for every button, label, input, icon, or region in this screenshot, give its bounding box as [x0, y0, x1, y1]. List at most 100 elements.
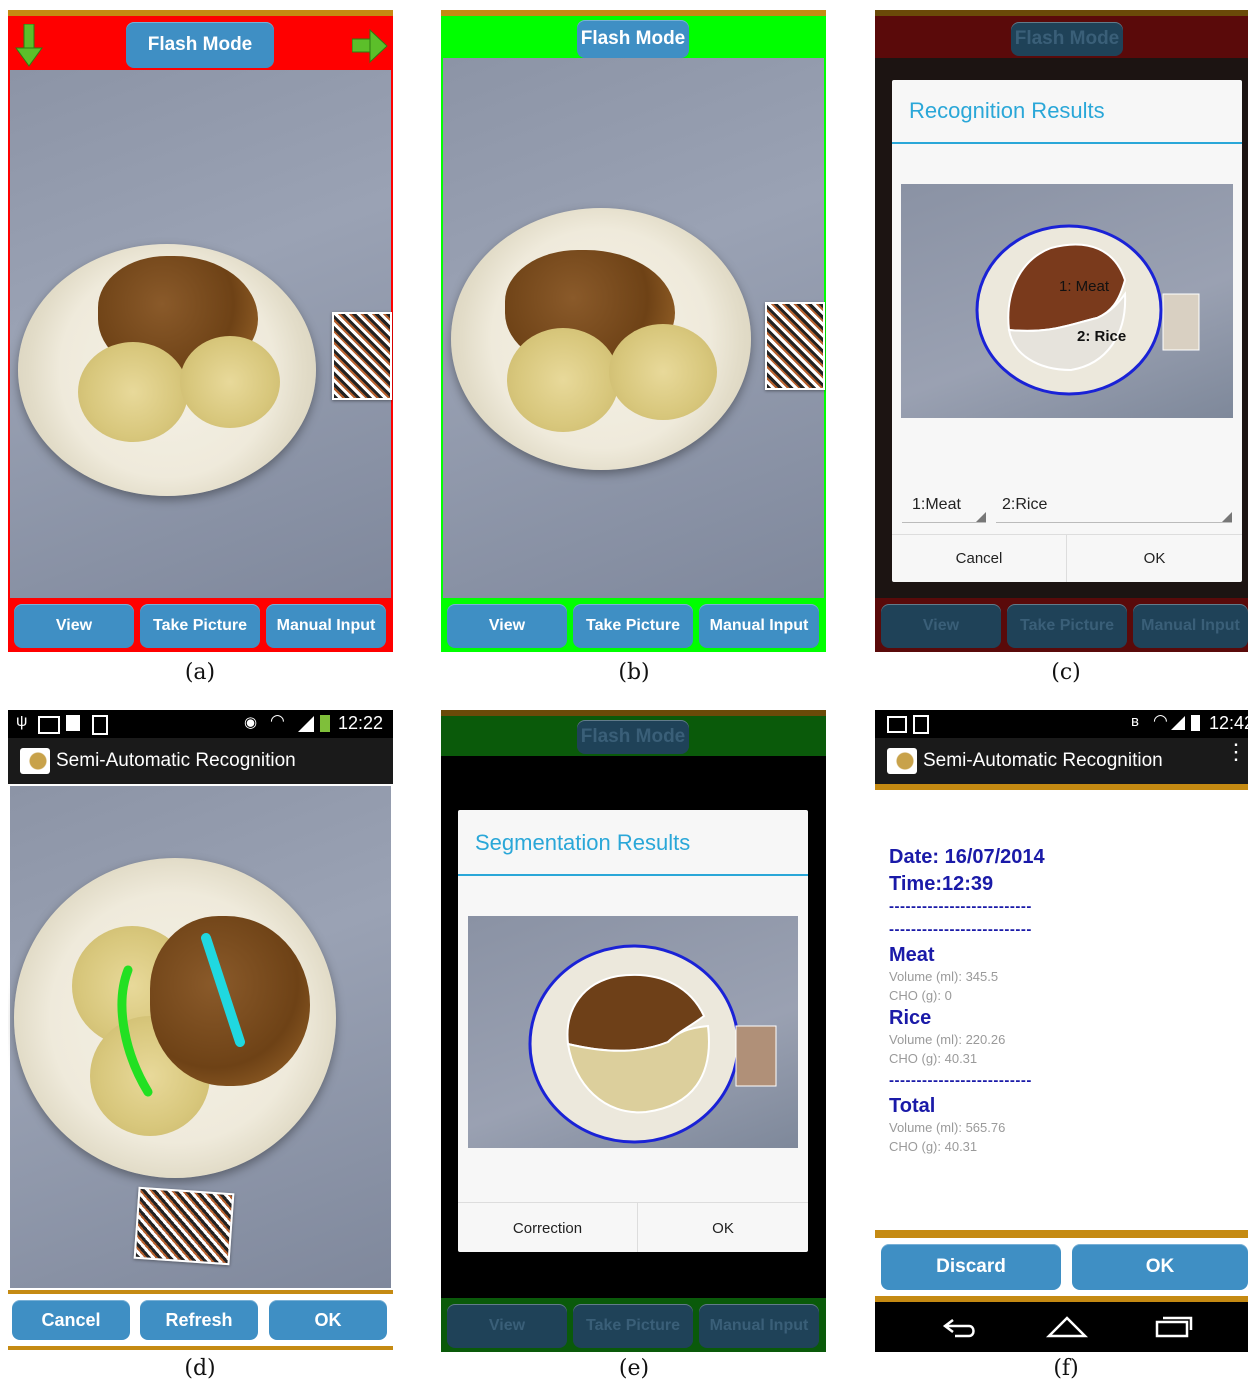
result-image [468, 916, 798, 1148]
gold-rule [8, 1290, 393, 1294]
segmentation-overlay [975, 224, 1200, 396]
food-name-rice: Rice [889, 1007, 932, 1029]
take-picture-button: Take Picture [1007, 604, 1127, 648]
separator: -------------------------- [889, 1072, 1032, 1089]
meat-cho: CHO (g): 0 [889, 988, 952, 1003]
total-volume: Volume (ml): 565.76 [889, 1120, 1006, 1135]
overflow-menu-icon[interactable]: ⋮ [1225, 741, 1247, 763]
rice [78, 342, 188, 442]
status-bar: ʙ ◠ 12:42 [875, 710, 1248, 738]
overlay-label-rice: 2: Rice [1077, 328, 1127, 345]
spinner-rice[interactable]: 2:Rice [996, 492, 1232, 523]
screen-f: ʙ ◠ 12:42 Semi-Automatic Recognition ⋮ D… [875, 710, 1248, 1352]
caption-f: (f) [1053, 1356, 1079, 1381]
gold-rule [8, 1346, 393, 1350]
spinner-meat[interactable]: 1:Meat [902, 492, 986, 523]
camera-preview [443, 58, 825, 598]
cancel-button[interactable]: Cancel [12, 1300, 130, 1340]
app-logo-icon [887, 748, 917, 774]
status-time: 12:42 [1209, 713, 1248, 733]
view-button[interactable]: View [447, 604, 567, 648]
app-logo-icon [20, 748, 50, 774]
ok-button[interactable]: OK [1067, 550, 1242, 567]
recent-apps-icon[interactable] [1153, 1312, 1197, 1342]
fiducial-card [133, 1186, 235, 1266]
photo-canvas[interactable] [10, 786, 391, 1288]
take-picture-button[interactable]: Take Picture [573, 604, 693, 648]
arrow-down-icon[interactable] [14, 23, 44, 68]
ok-button[interactable]: OK [638, 1220, 808, 1237]
battery-icon [1191, 715, 1200, 731]
back-icon[interactable] [941, 1312, 981, 1342]
rice-volume: Volume (ml): 220.26 [889, 1032, 1006, 1047]
signal-icon [1171, 716, 1185, 730]
manual-input-button: Manual Input [1133, 604, 1248, 648]
cancel-button[interactable]: Cancel [892, 550, 1066, 567]
rice [180, 336, 280, 428]
spinner-arrow-icon [976, 512, 986, 522]
dialog-button-divider [892, 534, 1242, 535]
dialog-title: Recognition Results [909, 98, 1105, 123]
card-icon [66, 715, 80, 731]
flash-mode-button[interactable]: Flash Mode [126, 22, 274, 68]
manual-input-button[interactable]: Manual Input [266, 604, 386, 648]
manual-input-button[interactable]: Manual Input [699, 604, 819, 648]
wifi-icon: ◠ [270, 711, 285, 730]
fiducial-card [765, 302, 825, 390]
bluetooth-icon: ʙ [1131, 713, 1139, 730]
caption-b: (b) [618, 660, 650, 685]
flash-mode-button: Flash Mode [1011, 22, 1123, 56]
battery-icon [320, 715, 330, 732]
download-icon [913, 715, 929, 734]
camera-preview [10, 70, 392, 598]
total-cho: CHO (g): 40.31 [889, 1139, 978, 1154]
gold-top-rule [441, 10, 826, 16]
app-title: Semi-Automatic Recognition [56, 750, 296, 771]
dialog-title: Segmentation Results [475, 830, 691, 855]
screen-b: Flash Mode View Take Picture Manual Inpu… [441, 10, 826, 652]
ok-button[interactable]: OK [1072, 1244, 1248, 1290]
segmentation-overlay [528, 944, 777, 1144]
screen-a: Flash Mode View Take Picture Manual Inpu… [8, 10, 393, 652]
usb-icon: ψ [16, 713, 28, 730]
status-time: 12:22 [338, 713, 384, 733]
view-button[interactable]: View [14, 604, 134, 648]
take-picture-button: Take Picture [573, 1304, 693, 1348]
overlay-label-meat: 1: Meat [1059, 278, 1110, 295]
app-title-bar: Semi-Automatic Recognition [8, 738, 393, 784]
home-icon[interactable] [1045, 1312, 1089, 1342]
refresh-button[interactable]: Refresh [140, 1300, 258, 1340]
gold-rule [875, 1230, 1248, 1238]
spinner-arrow-icon [1222, 512, 1232, 522]
flash-mode-button[interactable]: Flash Mode [577, 20, 689, 58]
app-title: Semi-Automatic Recognition [923, 750, 1163, 771]
caption-a: (a) [184, 660, 216, 685]
screen-e: Flash Mode Segmentation Results Correcti… [441, 710, 826, 1352]
title-divider [458, 874, 808, 876]
spinner-rice-label: 2:Rice [1002, 496, 1048, 513]
screen-c: Flash Mode Recognition Results 1: Meat 2… [875, 10, 1248, 652]
take-picture-button[interactable]: Take Picture [140, 604, 260, 648]
spinner-meat-label: 1:Meat [912, 496, 961, 513]
arrow-right-icon[interactable] [351, 28, 388, 64]
manual-input-button: Manual Input [699, 1304, 819, 1348]
separator: -------------------------- [889, 921, 1032, 938]
wifi-icon: ◠ [1153, 711, 1168, 730]
discard-button[interactable]: Discard [881, 1244, 1061, 1290]
view-button: View [881, 604, 1001, 648]
image-icon [38, 716, 60, 734]
image-icon [887, 716, 907, 733]
screen-d: ψ ◉ ◠ 12:22 Semi-Automatic Recognition C… [8, 710, 393, 1350]
caption-d: (d) [184, 1356, 216, 1381]
correction-button[interactable]: Correction [458, 1220, 637, 1237]
status-bar: ψ ◉ ◠ 12:22 [8, 710, 393, 738]
dialog-button-divider [458, 1202, 808, 1203]
ok-button[interactable]: OK [269, 1300, 387, 1340]
caption-c: (c) [1051, 660, 1081, 685]
recognition-dialog: Recognition Results 1: Meat 2: Rice 1:Me… [892, 80, 1242, 582]
nav-bar [875, 1302, 1248, 1352]
results-panel: Date: 16/07/2014 Time:12:39 ------------… [889, 846, 1239, 1154]
meat-volume: Volume (ml): 345.5 [889, 969, 999, 984]
segmentation-dialog: Segmentation Results Correction OK [458, 810, 808, 1252]
rice [507, 328, 619, 432]
